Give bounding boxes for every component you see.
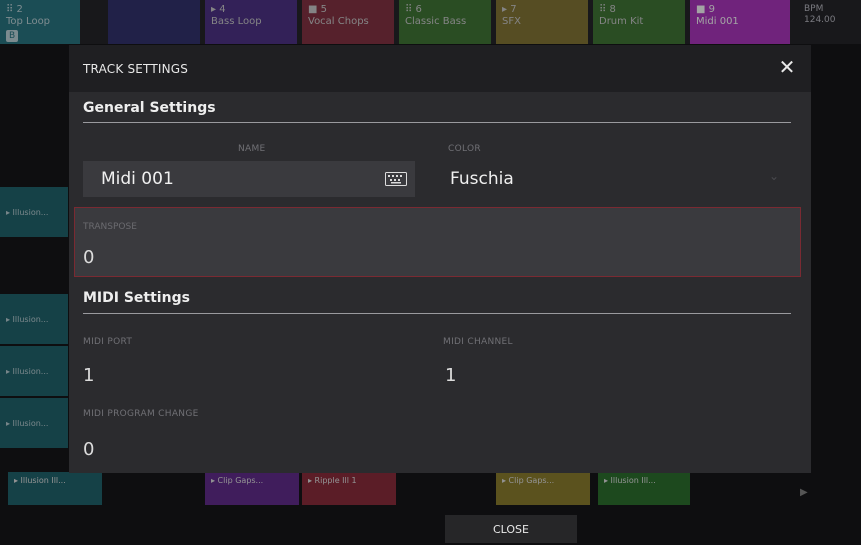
bpm-label: BPM — [804, 4, 824, 14]
clip-label: ▸ Illusion... — [6, 366, 49, 376]
track-name-field[interactable]: Midi 001 — [83, 161, 415, 197]
name-label: NAME — [238, 144, 266, 154]
midi-port-label: MIDI PORT — [83, 337, 133, 347]
clip-slot[interactable]: ▸ Illusion Ill... — [8, 472, 102, 505]
clip-label: ▸ Illusion Ill... — [604, 476, 656, 485]
track-name: Vocal Chops — [308, 16, 369, 27]
chevron-down-icon[interactable]: ⌄ — [769, 169, 779, 183]
clip-label: ▸ Clip Gaps... — [502, 476, 555, 485]
clip-slot[interactable]: ▸ Clip Gaps... — [496, 472, 590, 505]
track-name: Top Loop — [6, 16, 51, 27]
track-settings-dialog: TRACK SETTINGS ✕ General Settings NAME M… — [69, 45, 811, 473]
close-icon[interactable]: ✕ — [775, 55, 799, 79]
transpose-field[interactable]: TRANSPOSE 0 — [74, 207, 801, 277]
midi-settings-heading: MIDI Settings — [83, 290, 190, 306]
transpose-label: TRANSPOSE — [83, 222, 137, 232]
track-badge: B — [6, 30, 19, 42]
clip-slot[interactable]: ▸ Illusion... — [0, 398, 68, 448]
dialog-title: TRACK SETTINGS — [83, 62, 189, 76]
clip-label: ▸ Clip Gaps... — [211, 476, 264, 485]
track-number: ⠿ 8 — [599, 4, 616, 15]
bpm-value: 124.00 — [804, 15, 836, 25]
track-number: ⠿ 2 — [6, 4, 23, 15]
program-change-label: MIDI PROGRAM CHANGE — [83, 409, 199, 419]
clip-slot[interactable]: ▸ Illusion... — [0, 187, 68, 237]
track-name: Classic Bass — [405, 16, 467, 27]
track-tile-bass-loop[interactable]: ▸ 4 Bass Loop — [205, 0, 297, 44]
midi-channel-label: MIDI CHANNEL — [443, 337, 513, 347]
midi-channel-value[interactable]: 1 — [445, 365, 456, 386]
color-label: COLOR — [448, 144, 481, 154]
clip-slot[interactable]: ▸ Ripple Ill 1 — [302, 472, 396, 505]
transpose-value: 0 — [83, 247, 95, 268]
track-tile-classic-bass[interactable]: ⠿ 6 Classic Bass — [399, 0, 491, 44]
track-number: ⠿ 6 — [405, 4, 422, 15]
close-button[interactable]: CLOSE — [445, 515, 577, 543]
track-name: Drum Kit — [599, 16, 644, 27]
color-selector[interactable]: Fuschia — [450, 169, 514, 189]
clip-label: ▸ Illusion... — [6, 418, 49, 428]
clip-slot[interactable]: ▸ Clip Gaps... — [205, 472, 299, 505]
general-settings-heading: General Settings — [83, 100, 216, 116]
clip-label: ▸ Illusion Ill... — [14, 476, 66, 485]
track-number: ■ 9 — [696, 4, 715, 15]
track-tile-midi-001[interactable]: ■ 9 Midi 001 — [690, 0, 790, 44]
track-number: ■ 5 — [308, 4, 327, 15]
track-name: Midi 001 — [696, 16, 739, 27]
keyboard-icon[interactable] — [385, 172, 407, 186]
clip-label: ▸ Illusion... — [6, 207, 49, 217]
track-tile-drum-kit[interactable]: ⠿ 8 Drum Kit — [593, 0, 685, 44]
clip-slot[interactable]: ▸ Illusion... — [0, 294, 68, 344]
track-tile-top-loop[interactable]: ⠿ 2 Top Loop B — [0, 0, 80, 44]
track-tile-3[interactable] — [108, 0, 200, 44]
track-tile-vocal-chops[interactable]: ■ 5 Vocal Chops — [302, 0, 394, 44]
clip-label: ▸ Illusion... — [6, 314, 49, 324]
clip-label: ▸ Ripple Ill 1 — [308, 476, 357, 485]
bpm-display: BPM 124.00 — [800, 0, 861, 44]
track-name-value: Midi 001 — [101, 169, 174, 189]
track-tile-sfx[interactable]: ▸ 7 SFX — [496, 0, 588, 44]
section-divider — [83, 313, 791, 314]
play-arrow-icon[interactable]: ▶ — [800, 487, 808, 498]
section-divider — [83, 122, 791, 123]
midi-port-value[interactable]: 1 — [83, 365, 94, 386]
dialog-header: TRACK SETTINGS ✕ — [69, 45, 811, 92]
clip-slot[interactable]: ▸ Illusion Ill... — [598, 472, 690, 505]
track-number: ▸ 7 — [502, 4, 517, 15]
track-name: Bass Loop — [211, 16, 262, 27]
program-change-value[interactable]: 0 — [83, 439, 94, 460]
clip-slot[interactable]: ▸ Illusion... — [0, 346, 68, 396]
track-name: SFX — [502, 16, 521, 27]
track-number: ▸ 4 — [211, 4, 226, 15]
